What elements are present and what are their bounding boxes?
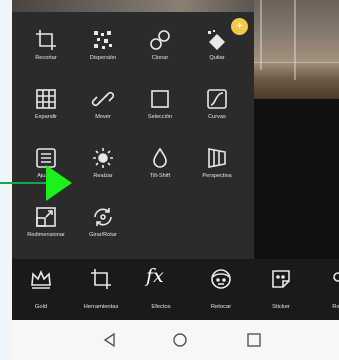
perspective-icon	[205, 146, 229, 170]
recents-icon[interactable]	[244, 330, 264, 350]
tab-label: Retocar	[210, 304, 232, 310]
tab-partial[interactable]: Re	[307, 259, 339, 320]
editor-screen: Recortar Dispersión Clonar Quitar Expand…	[12, 0, 339, 320]
tab-efectos[interactable]: fx Efectos	[132, 259, 190, 320]
clone-icon	[148, 28, 172, 52]
tab-label: Herramientas	[83, 304, 119, 310]
tool-label: Girar/Rotar	[89, 232, 117, 238]
remove-icon	[205, 28, 229, 52]
photo-preview[interactable]	[254, 0, 339, 99]
dispersion-icon	[91, 28, 115, 52]
tool-label: Curvas	[208, 114, 226, 120]
gold-badge: +	[231, 18, 248, 35]
tilt-shift-icon	[148, 146, 172, 170]
tab-label: Re	[332, 304, 339, 310]
tool-expandir[interactable]: Expandir	[24, 81, 68, 125]
tab-gold[interactable]: Gold	[12, 259, 70, 320]
tab-herramientas[interactable]: Herramientas	[72, 259, 130, 320]
tab-sticker[interactable]: Sticker	[252, 259, 310, 320]
tab-label: Efectos	[151, 304, 171, 310]
android-nav-bar	[12, 320, 339, 360]
bottom-tab-bar: Gold Herramientas fx Efectos Retocar Sti…	[12, 259, 339, 320]
tool-perspectiva[interactable]: Perspectiva	[195, 140, 239, 184]
tool-mover[interactable]: Mover	[81, 81, 125, 125]
tool-dispersion[interactable]: Dispersión	[81, 22, 125, 66]
crop-icon	[34, 28, 58, 52]
retouch-face-icon	[209, 267, 233, 291]
tool-seleccion[interactable]: Selección	[138, 81, 182, 125]
tools-crop-icon	[89, 267, 113, 291]
back-icon[interactable]	[100, 330, 120, 350]
enhance-icon	[91, 146, 115, 170]
tool-label: Quitar	[209, 55, 225, 61]
partial-tab-icon	[324, 267, 339, 291]
tab-label: Sticker	[272, 304, 290, 310]
photo-top-strip	[12, 0, 254, 12]
canvas-area	[254, 99, 339, 259]
pointer-line	[0, 182, 50, 184]
tool-curvas[interactable]: Curvas	[195, 81, 239, 125]
move-icon	[91, 87, 115, 111]
crown-icon	[29, 267, 53, 291]
sticker-icon	[269, 267, 293, 291]
green-arrow-icon	[46, 165, 72, 201]
expand-icon	[34, 87, 58, 111]
curves-icon	[205, 87, 229, 111]
tools-panel: Recortar Dispersión Clonar Quitar Expand…	[12, 12, 254, 259]
home-icon[interactable]	[170, 330, 190, 350]
tool-tilt-shift[interactable]: Tilt-Shift	[138, 140, 182, 184]
tab-label: Gold	[34, 304, 48, 310]
tool-girar-rotar[interactable]: Girar/Rotar	[81, 199, 125, 243]
tab-retocar[interactable]: Retocar	[192, 259, 250, 320]
tool-redimensionar[interactable]: Redimensionar	[24, 199, 68, 243]
tool-recortar[interactable]: Recortar	[24, 22, 68, 66]
tool-realzar[interactable]: Realzar	[81, 140, 125, 184]
fx-icon: fx	[146, 265, 164, 287]
resize-icon	[34, 205, 58, 229]
tool-label: Perspectiva	[202, 173, 232, 179]
selection-icon	[148, 87, 172, 111]
tool-clonar[interactable]: Clonar	[138, 22, 182, 66]
rotate-icon	[91, 205, 115, 229]
